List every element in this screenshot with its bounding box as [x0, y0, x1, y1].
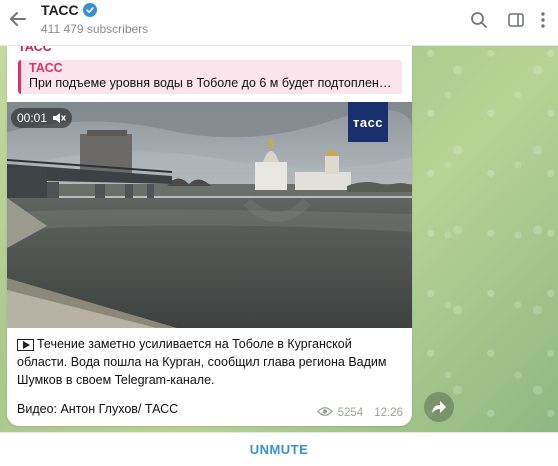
tass-logo: тасс	[348, 102, 388, 142]
back-arrow-icon[interactable]	[6, 7, 30, 31]
verified-icon	[82, 3, 97, 17]
message-sender[interactable]: ТАСС	[18, 46, 52, 54]
reply-sender: ТАСС	[29, 61, 63, 75]
eye-icon	[316, 406, 333, 420]
subscriber-count: 411 479 subscribers	[41, 22, 149, 36]
reply-text: При подъеме уровня воды в Тоболе до 6 м …	[29, 76, 394, 90]
search-icon[interactable]	[468, 9, 490, 31]
chat-area: ТАСС ТАСС При подъеме уровня воды в Тобо…	[0, 46, 558, 432]
caption-text: Течение заметно усиливается на Тоболе в …	[17, 337, 387, 387]
video-time-badge[interactable]: 00:01	[11, 108, 73, 128]
share-icon[interactable]	[424, 392, 454, 422]
chat-header: ТАСС 411 479 subscribers	[0, 0, 558, 46]
message-time: 12:26	[374, 407, 403, 419]
message-bubble: ТАСС ТАСС При подъеме уровня воды в Тобо…	[7, 46, 412, 426]
video-player[interactable]: 00:01 тасс	[7, 102, 412, 328]
reply-quote[interactable]: ТАСС При подъеме уровня воды в Тоболе до…	[18, 60, 402, 94]
channel-name: ТАСС	[41, 2, 79, 18]
video-time: 00:01	[17, 111, 48, 125]
play-icon	[17, 339, 34, 351]
unmute-button[interactable]: UNMUTE	[238, 438, 321, 461]
message-caption: Течение заметно усиливается на Тоболе в …	[17, 335, 405, 389]
bottom-bar: UNMUTE	[0, 432, 558, 466]
sidebar-icon[interactable]	[505, 9, 527, 31]
mute-icon[interactable]	[52, 112, 66, 124]
more-icon[interactable]	[535, 9, 551, 31]
video-credit: Видео: Антон Глухов/ ТАСС	[17, 402, 179, 416]
channel-title[interactable]: ТАСС	[41, 2, 97, 18]
message-meta: 5254 12:26	[316, 406, 403, 420]
view-count: 5254	[337, 407, 364, 419]
